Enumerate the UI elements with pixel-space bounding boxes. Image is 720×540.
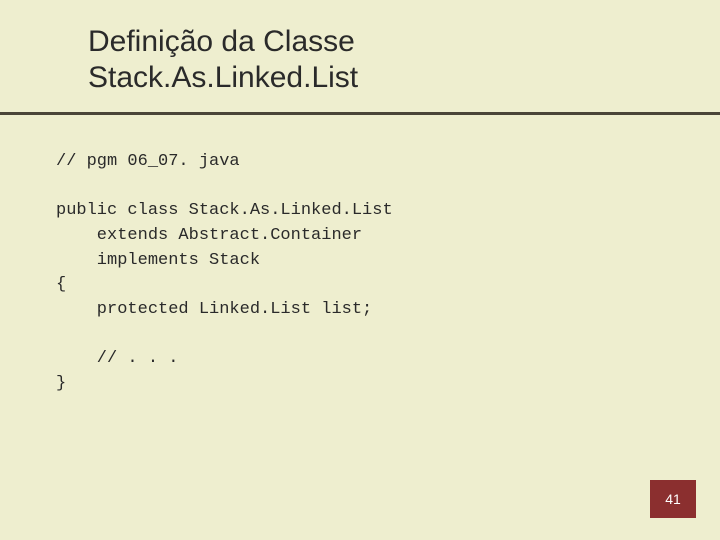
code-line: public class Stack.As.Linked.List (56, 201, 393, 220)
code-listing: // pgm 06_07. java public class Stack.As… (56, 150, 393, 396)
title-line-2: Stack.As.Linked.List (88, 60, 358, 96)
page-number: 41 (665, 491, 681, 507)
code-line: // pgm 06_07. java (56, 152, 240, 171)
code-line: // . . . (56, 349, 178, 368)
code-line: } (56, 374, 66, 393)
code-line: extends Abstract.Container (56, 226, 362, 245)
code-line: protected Linked.List list; (56, 300, 372, 319)
page-number-box: 41 (650, 480, 696, 518)
title-underline (0, 112, 720, 115)
slide-title: Definição da Classe Stack.As.Linked.List (88, 24, 358, 96)
code-line: { (56, 275, 66, 294)
code-line: implements Stack (56, 251, 260, 270)
title-line-1: Definição da Classe (88, 24, 358, 60)
